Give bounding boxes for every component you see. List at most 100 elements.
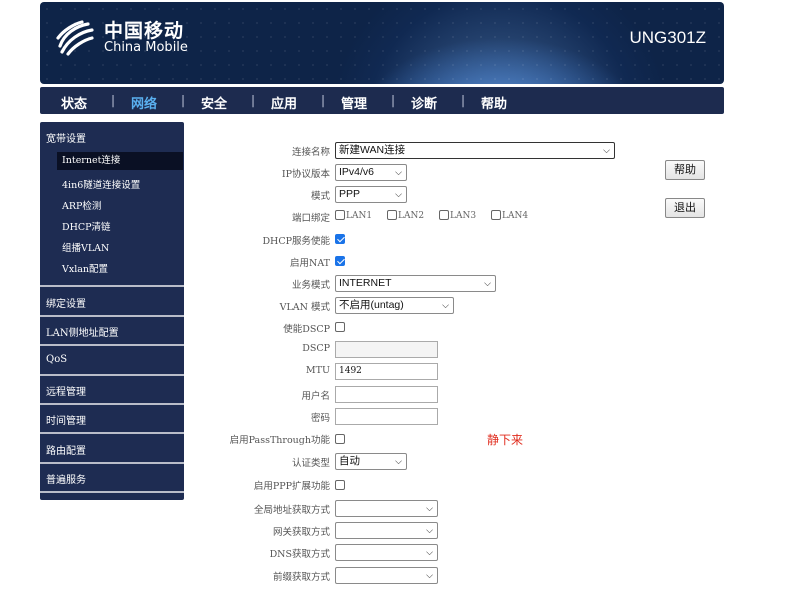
nav-separator: | xyxy=(111,93,116,107)
nat-enable-checkbox[interactable] xyxy=(335,256,345,266)
gateway-select[interactable]: ⌵ xyxy=(335,522,438,539)
label-vlan-mode: VLAN 模式 xyxy=(279,302,330,313)
prefix-select[interactable]: ⌵ xyxy=(335,567,438,584)
port-lan3-checkbox[interactable] xyxy=(439,210,449,220)
sidebar-item-multicast-vlan[interactable]: 组播VLAN xyxy=(62,240,109,254)
service-mode-select[interactable]: INTERNET ⌵ xyxy=(335,275,496,292)
ip-version-select[interactable]: IPv4/v6 ⌵ xyxy=(335,164,407,181)
port-lan4-label: LAN4 xyxy=(502,211,529,221)
help-button[interactable]: 帮助 xyxy=(665,160,705,180)
vlan-mode-select[interactable]: 不启用(untag) ⌵ xyxy=(335,297,454,314)
port-lan2-checkbox[interactable] xyxy=(387,210,397,220)
sidebar-item-vxlan[interactable]: Vxlan配置 xyxy=(62,261,108,275)
sidebar-divider xyxy=(40,432,184,434)
connection-name-value: 新建WAN连接 xyxy=(339,144,406,156)
port-lan4-checkbox[interactable] xyxy=(491,210,501,220)
sidebar-divider xyxy=(40,315,184,317)
mode-value: PPP xyxy=(339,188,361,200)
port-lan1-checkbox[interactable] xyxy=(335,210,345,220)
sidebar-section-remote[interactable]: 远程管理 xyxy=(46,383,86,398)
sidebar-divider xyxy=(40,462,184,464)
label-prefix: 前缀获取方式 xyxy=(272,572,330,583)
sidebar-section-time[interactable]: 时间管理 xyxy=(46,412,86,427)
label-port-binding: 端口绑定 xyxy=(291,213,330,224)
sidebar: 宽带设置 Internet连接 4in6隧道连接设置 ARP检测 DHCP清链 … xyxy=(40,122,184,500)
device-model: UNG301Z xyxy=(629,28,706,47)
auth-type-select[interactable]: 自动 ⌵ xyxy=(335,453,407,470)
chevron-down-icon: ⌵ xyxy=(442,300,449,310)
connection-name-select[interactable]: 新建WAN连接 ⌵ xyxy=(335,142,615,159)
dscp-enable-checkbox[interactable] xyxy=(335,322,345,332)
tab-security[interactable]: 安全 xyxy=(201,93,227,112)
sidebar-item-arp[interactable]: ARP检测 xyxy=(62,198,101,212)
sidebar-divider xyxy=(40,491,184,493)
password-input[interactable] xyxy=(335,408,438,425)
label-dhcp-enable: DHCP服务使能 xyxy=(262,236,330,247)
sidebar-divider xyxy=(40,344,184,346)
chevron-down-icon: ⌵ xyxy=(426,525,433,535)
sidebar-section-binding[interactable]: 绑定设置 xyxy=(46,295,86,310)
chevron-down-icon: ⌵ xyxy=(426,547,433,557)
sidebar-divider xyxy=(40,374,184,376)
sidebar-item-dhcp[interactable]: DHCP清链 xyxy=(62,219,111,233)
label-nat-enable: 启用NAT xyxy=(290,258,330,269)
nav-separator: | xyxy=(461,93,466,107)
vlan-mode-value: 不启用(untag) xyxy=(339,299,404,311)
sidebar-section-qos[interactable]: QoS xyxy=(46,354,67,365)
sidebar-divider xyxy=(40,403,184,405)
sidebar-divider xyxy=(40,285,184,287)
tab-management[interactable]: 管理 xyxy=(341,93,367,112)
username-input[interactable] xyxy=(335,386,438,403)
passthrough-checkbox[interactable] xyxy=(335,434,345,444)
label-dns: DNS获取方式 xyxy=(269,549,330,560)
china-mobile-logo-icon xyxy=(56,20,94,56)
dscp-input[interactable] xyxy=(335,341,438,358)
chevron-down-icon: ⌵ xyxy=(395,167,402,177)
nav-separator: | xyxy=(181,93,186,107)
nav-separator: | xyxy=(391,93,396,107)
label-ip-version: IP协议版本 xyxy=(281,169,330,180)
header-banner: 中国移动 China Mobile UNG301Z xyxy=(40,2,724,84)
label-password: 密码 xyxy=(310,413,330,424)
sidebar-section-service[interactable]: 普遍服务 xyxy=(46,471,86,486)
tab-help[interactable]: 帮助 xyxy=(481,93,507,112)
dns-select[interactable]: ⌵ xyxy=(335,544,438,561)
chevron-down-icon: ⌵ xyxy=(395,189,402,199)
sidebar-item-internet[interactable]: Internet连接 xyxy=(57,152,183,170)
label-username: 用户名 xyxy=(301,391,330,402)
label-ppp-ext: 启用PPP扩展功能 xyxy=(253,481,330,492)
logout-button[interactable]: 退出 xyxy=(665,198,705,218)
ppp-ext-checkbox[interactable] xyxy=(335,480,345,490)
mtu-input[interactable]: 1492 xyxy=(335,363,438,380)
sidebar-section-lan[interactable]: LAN侧地址配置 xyxy=(46,324,119,339)
label-auth-type: 认证类型 xyxy=(291,458,330,469)
chevron-down-icon: ⌵ xyxy=(426,503,433,513)
label-passthrough: 启用PassThrough功能 xyxy=(229,435,330,446)
sidebar-section-broadband[interactable]: 宽带设置 xyxy=(46,130,86,145)
tab-network[interactable]: 网络 xyxy=(131,93,157,112)
service-mode-value: INTERNET xyxy=(339,277,392,289)
port-lan1-label: LAN1 xyxy=(346,211,373,221)
tab-status[interactable]: 状态 xyxy=(61,93,87,112)
auth-type-value: 自动 xyxy=(339,455,360,467)
label-connection-name: 连接名称 xyxy=(291,147,330,158)
sidebar-item-4in6[interactable]: 4in6隧道连接设置 xyxy=(62,177,140,191)
port-lan3-label: LAN3 xyxy=(450,211,477,221)
label-service-mode: 业务模式 xyxy=(291,280,330,291)
chevron-down-icon: ⌵ xyxy=(426,570,433,580)
tab-diagnostics[interactable]: 诊断 xyxy=(411,93,437,112)
global-addr-select[interactable]: ⌵ xyxy=(335,500,438,517)
nav-separator: | xyxy=(251,93,256,107)
label-global-addr: 全局地址获取方式 xyxy=(253,505,330,516)
label-mtu: MTU xyxy=(305,365,330,376)
tab-apps[interactable]: 应用 xyxy=(271,93,297,112)
main-nav: 状态 | 网络 | 安全 | 应用 | 管理 | 诊断 | 帮助 xyxy=(40,87,724,114)
brand-name-en: China Mobile xyxy=(104,40,188,55)
label-mode: 模式 xyxy=(310,191,330,202)
nav-separator: | xyxy=(321,93,326,107)
chevron-down-icon: ⌵ xyxy=(484,278,491,288)
mode-select[interactable]: PPP ⌵ xyxy=(335,186,407,203)
sidebar-section-routing[interactable]: 路由配置 xyxy=(46,442,86,457)
annotation-text: 静下来 xyxy=(487,433,524,447)
dhcp-enable-checkbox[interactable] xyxy=(335,234,345,244)
